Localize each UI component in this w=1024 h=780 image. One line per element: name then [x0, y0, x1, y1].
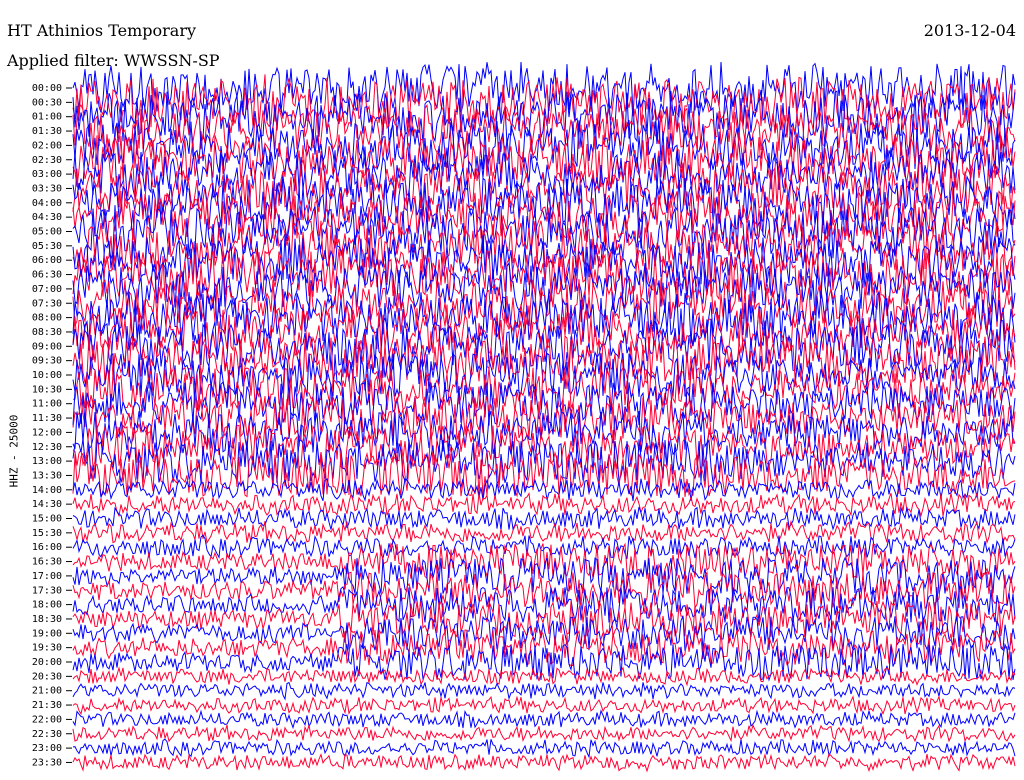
tick-label: 06:30	[32, 270, 62, 281]
filter-label: Applied filter: WWSSN-SP	[7, 51, 220, 70]
tick-label: 05:00	[32, 227, 62, 238]
trace-line	[72, 752, 1016, 773]
tick-label: 09:30	[32, 356, 62, 367]
tick-label: 16:00	[32, 542, 62, 553]
tick-label: 08:30	[32, 327, 62, 338]
tick-label: 03:30	[32, 183, 62, 194]
tick-label: 20:30	[32, 671, 62, 682]
tick-label: 15:30	[32, 528, 62, 539]
tick-label: 10:00	[32, 370, 62, 381]
trace-line	[72, 723, 1016, 743]
tick-label: 11:00	[32, 399, 62, 410]
tick-label: 11:30	[32, 413, 62, 424]
tick-label: 05:30	[32, 241, 62, 252]
trace-line	[72, 695, 1016, 716]
tick-label: 00:00	[32, 83, 62, 94]
tick-label: 17:00	[32, 571, 62, 582]
tick-label: 21:00	[32, 686, 62, 697]
tick-label: 19:00	[32, 628, 62, 639]
tick-label: 00:30	[32, 97, 62, 108]
trace-line	[72, 681, 1016, 701]
tick-label: 18:00	[32, 600, 62, 611]
tick-label: 04:30	[32, 212, 62, 223]
tick-label: 12:30	[32, 442, 62, 453]
trace-line	[72, 738, 1016, 759]
tick-label: 09:00	[32, 341, 62, 352]
tick-label: 07:30	[32, 298, 62, 309]
tick-label: 02:30	[32, 155, 62, 166]
tick-label: 13:30	[32, 470, 62, 481]
tick-label: 22:00	[32, 714, 62, 725]
tick-label: 14:30	[32, 499, 62, 510]
tick-label: 12:00	[32, 427, 62, 438]
tick-label: 01:00	[32, 112, 62, 123]
tick-label: 07:00	[32, 284, 62, 295]
tick-label: 03:00	[32, 169, 62, 180]
tick-label: 14:00	[32, 485, 62, 496]
trace-line	[72, 506, 1016, 531]
tick-label: 23:30	[32, 757, 62, 768]
tick-label: 17:30	[32, 585, 62, 596]
y-axis-ticks: 00:00 00:30 01:00 01:30 02:00 02:30 03:00 03:30…	[32, 83, 72, 768]
trace-line	[72, 556, 1016, 596]
trace-line	[72, 709, 1016, 730]
tick-label: 16:30	[32, 557, 62, 568]
tick-label: 15:00	[32, 514, 62, 525]
tick-label: 19:30	[32, 643, 62, 654]
tick-label: 02:00	[32, 140, 62, 151]
tick-label: 06:00	[32, 255, 62, 266]
tick-label: 23:00	[32, 743, 62, 754]
tick-label: 20:00	[32, 657, 62, 668]
helicorder-plot: 00:00 00:30 01:00 01:30 02:00 02:30 03:00 03:30…	[32, 61, 1016, 773]
trace-lines	[72, 61, 1016, 773]
channel-label: HHZ - 25000	[7, 414, 21, 488]
tick-label: 13:00	[32, 456, 62, 467]
tick-label: 01:30	[32, 126, 62, 137]
trace-line	[72, 491, 1016, 518]
trace-line	[72, 666, 1016, 687]
tick-label: 22:30	[32, 729, 62, 740]
tick-label: 18:30	[32, 614, 62, 625]
date-label: 2013-12-04	[923, 21, 1016, 40]
trace-line	[72, 519, 1016, 545]
tick-label: 10:30	[32, 384, 62, 395]
tick-label: 21:30	[32, 700, 62, 711]
trace-line	[72, 317, 1016, 374]
tick-label: 08:00	[32, 313, 62, 324]
station-title: HT Athinios Temporary	[7, 21, 197, 40]
tick-label: 04:00	[32, 198, 62, 209]
